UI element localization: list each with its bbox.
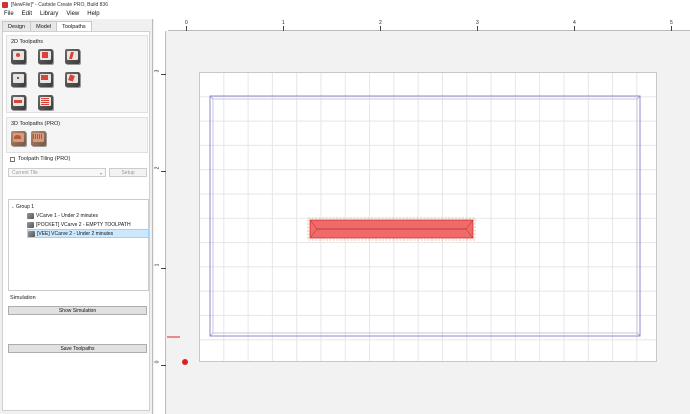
advanced-vcarve-toolpath-icon[interactable]	[38, 72, 53, 87]
menu-help[interactable]: Help	[83, 11, 103, 17]
left-panel: Design Model Toolpaths 2D Toolpaths 3D T…	[0, 19, 153, 414]
tab-model[interactable]: Model	[30, 21, 58, 31]
toolpaths-panel: 2D Toolpaths 3D Toolpaths (PRO) Toolpath…	[2, 31, 150, 411]
menu-bar: File Edit Library View Help	[0, 9, 690, 19]
ruler-corner	[154, 19, 168, 31]
vcarve-toolpath-icon[interactable]	[65, 49, 80, 64]
ruler-tick	[161, 74, 166, 75]
toolpath-item-label: [VEE] VCarve 2 - Under 2 minutes	[37, 230, 114, 237]
ruler-tick	[161, 171, 166, 172]
tile-setup-button[interactable]: Setup	[109, 168, 147, 177]
title-bar: [NewFile]* - Carbide Create PRO, Build 8…	[0, 0, 690, 9]
toolpath-tree: ⌄ Group 1 VCarve 1 - Under 2 minutes [PO…	[8, 199, 149, 291]
ruler-y-label: 2	[154, 166, 161, 170]
toolpath-item-3[interactable]: [VEE] VCarve 2 - Under 2 minutes	[27, 229, 149, 238]
toolpath-tiling-checkbox[interactable]	[10, 157, 15, 162]
canvas-overlay	[167, 95, 641, 365]
rough-toolpath-icon[interactable]	[38, 95, 53, 110]
menu-library[interactable]: Library	[36, 11, 62, 17]
window-title: [NewFile]* - Carbide Create PRO, Build 8…	[11, 1, 108, 8]
stock-inner-boundary	[212, 98, 638, 334]
tree-group-row[interactable]: ⌄ Group 1	[11, 202, 34, 211]
show-simulation-button[interactable]: Show Simulation	[8, 306, 147, 315]
contour-toolpath-icon[interactable]	[11, 49, 26, 64]
tab-design[interactable]: Design	[2, 21, 32, 31]
ruler-top: 0 1 2 3 4 5	[168, 19, 690, 31]
toolpaths-2d-section: 2D Toolpaths	[6, 35, 148, 113]
group-label: Group 1	[16, 203, 35, 210]
3d-rough-toolpath-icon[interactable]	[11, 131, 26, 146]
workspace: 0 1 2 3 4 5 3 2 1 0	[154, 19, 690, 414]
toolpaths-3d-label: 3D Toolpaths (PRO)	[11, 121, 61, 127]
drill-toolpath-icon[interactable]	[11, 72, 26, 87]
ruler-y-label: 0	[154, 360, 161, 364]
toolpath-item-label: [POCKET] VCarve 2 - EMPTY TOOLPATH	[36, 221, 131, 228]
ruler-left: 3 2 1 0	[154, 31, 166, 414]
3d-finish-toolpath-icon[interactable]	[31, 131, 46, 146]
design-canvas[interactable]	[167, 31, 690, 414]
stock-boundary	[209, 95, 641, 337]
origin-marker-icon	[182, 359, 188, 365]
current-tile-value: Current Tile	[12, 169, 38, 176]
app-icon	[2, 1, 8, 8]
vcarve-toolpath-icon	[27, 212, 34, 219]
current-tile-select[interactable]: Current Tile ▾	[8, 168, 106, 177]
pocket-toolpath-icon	[27, 221, 34, 228]
texture-toolpath-icon[interactable]	[65, 72, 80, 87]
chevron-down-icon: ▾	[99, 171, 102, 176]
ruler-tick	[161, 268, 166, 269]
simulation-label: Simulation	[10, 295, 36, 301]
toolpath-item-label: VCarve 1 - Under 2 minutes	[36, 212, 98, 219]
ruler-y-label: 1	[154, 263, 161, 267]
ruler-y-label: 3	[154, 69, 161, 73]
toolpath-tiling-label: Toolpath Tiling (PRO)	[18, 156, 71, 162]
toolpaths-2d-label: 2D Toolpaths	[11, 39, 44, 45]
menu-edit[interactable]: Edit	[18, 11, 36, 17]
ruler-tick	[161, 365, 166, 366]
save-toolpaths-button[interactable]: Save Toolpaths	[8, 344, 147, 353]
chamfer-toolpath-icon[interactable]	[11, 95, 26, 110]
toolpath-item-2[interactable]: [POCKET] VCarve 2 - EMPTY TOOLPATH	[27, 220, 131, 229]
menu-view[interactable]: View	[62, 11, 83, 17]
toolpaths-3d-section: 3D Toolpaths (PRO)	[6, 117, 148, 153]
tab-bar: Design Model Toolpaths	[2, 21, 92, 32]
pocket-toolpath-icon[interactable]	[38, 49, 53, 64]
toolpath-item-1[interactable]: VCarve 1 - Under 2 minutes	[27, 211, 98, 220]
menu-file[interactable]: File	[0, 11, 18, 17]
vee-toolpath-icon	[28, 230, 35, 237]
